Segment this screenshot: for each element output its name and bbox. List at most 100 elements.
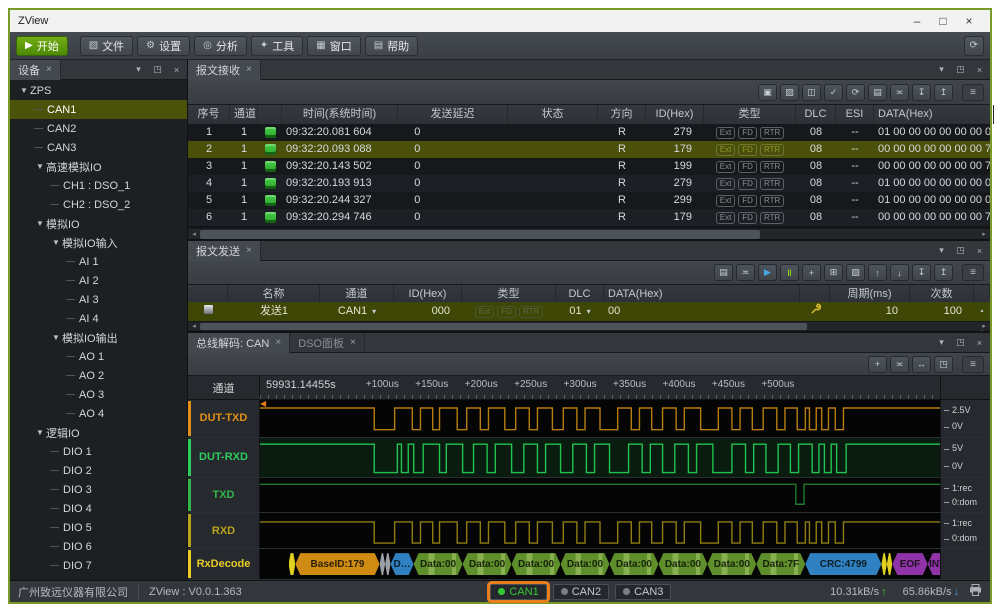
tab-send[interactable]: 报文发送 × bbox=[188, 241, 261, 261]
status-chip-can3[interactable]: CAN3 bbox=[615, 584, 671, 600]
column-header-3[interactable] bbox=[258, 105, 282, 124]
import-button[interactable]: ↧ bbox=[912, 84, 931, 101]
expander-icon[interactable]: ▼ bbox=[50, 238, 62, 247]
panel-float-icon[interactable]: ◳ bbox=[149, 62, 166, 77]
send-type-badges[interactable]: ExtFDRTR bbox=[462, 302, 556, 321]
decode-block[interactable]: Data:00 bbox=[707, 553, 756, 575]
sidebar-item-can2[interactable]: CAN2 bbox=[10, 119, 187, 138]
panel-menu-icon[interactable]: ▾ bbox=[933, 62, 950, 77]
channel-label-dut-txd[interactable]: DUT-TXD bbox=[188, 400, 260, 437]
channel-plot-rxdecode[interactable]: BaseID:179D…Data:00Data:00Data:00Data:00… bbox=[260, 549, 940, 579]
decode-block[interactable]: Data:00 bbox=[609, 553, 658, 575]
scroll-right-icon[interactable]: ▸ bbox=[978, 322, 990, 330]
status-chip-can2[interactable]: CAN2 bbox=[553, 584, 609, 600]
sidebar-item-ch1-dso_1[interactable]: CH1 : DSO_1 bbox=[10, 176, 187, 195]
add-list-button[interactable]: ⊞ bbox=[824, 264, 843, 281]
sidebar-item-ai-2[interactable]: AI 2 bbox=[10, 271, 187, 290]
tab-device[interactable]: 设备 × bbox=[10, 60, 61, 80]
column-header-11[interactable]: ESI bbox=[836, 105, 874, 124]
scroll-thumb[interactable] bbox=[200, 230, 760, 239]
panel-menu-icon[interactable]: ▾ bbox=[933, 243, 950, 258]
sidebar-item-模拟io输入[interactable]: ▼模拟IO输入 bbox=[10, 233, 187, 252]
send-row[interactable]: 发送1 CAN1▾ 000 ExtFDRTR 01▾ 00 10 100 ▴▾ bbox=[188, 302, 990, 321]
sidebar-item-dio-1[interactable]: DIO 1 bbox=[10, 442, 187, 461]
settings-button[interactable]: ⚙设置 bbox=[137, 36, 190, 56]
send-data-field[interactable]: 00 bbox=[604, 302, 800, 321]
send-channel-select[interactable]: CAN1▾ bbox=[320, 302, 394, 321]
send-id-field[interactable]: 000 bbox=[394, 302, 462, 321]
panel-float-icon[interactable]: ◳ bbox=[952, 335, 969, 350]
expander-icon[interactable]: ▼ bbox=[18, 86, 30, 95]
channel-plot-dut-rxd[interactable] bbox=[260, 438, 940, 478]
export-button[interactable]: ↥ bbox=[934, 84, 953, 101]
table-row[interactable]: 3109:32:20.143 502 0R199ExtFDRTR08--00 0… bbox=[188, 158, 990, 175]
sidebar-item-ao-4[interactable]: AO 4 bbox=[10, 404, 187, 423]
column-header-2[interactable]: 通道 bbox=[230, 105, 258, 124]
column-header-4[interactable]: 时间(系统时间) bbox=[282, 105, 398, 124]
decode-block[interactable]: Data:00 bbox=[512, 553, 561, 575]
move-down-button[interactable]: ↓ bbox=[890, 264, 909, 281]
cursor-button[interactable]: + bbox=[868, 356, 887, 373]
file-button[interactable]: ▨文件 bbox=[80, 36, 133, 56]
decode-block[interactable]: CRC:4799 bbox=[805, 553, 881, 575]
send-start-button[interactable]: ▶ bbox=[758, 264, 777, 281]
tab-dso-panel[interactable]: DSO面板 × bbox=[290, 333, 365, 353]
maximize-button[interactable]: □ bbox=[930, 14, 956, 28]
sidebar-item-dio-5[interactable]: DIO 5 bbox=[10, 518, 187, 537]
measure-button[interactable]: ≍ bbox=[890, 356, 909, 373]
export-button[interactable]: ↥ bbox=[934, 264, 953, 281]
move-up-button[interactable]: ↑ bbox=[868, 264, 887, 281]
expander-icon[interactable]: ▼ bbox=[34, 219, 46, 228]
panel-close-icon[interactable]: × bbox=[168, 62, 185, 77]
panel-close-icon[interactable]: × bbox=[971, 335, 988, 350]
decode-block[interactable]: Data:7F bbox=[756, 553, 805, 575]
scroll-lock-button[interactable]: ◫ bbox=[802, 84, 821, 101]
column-header-9[interactable]: 类型 bbox=[704, 105, 796, 124]
scroll-right-icon[interactable]: ▸ bbox=[978, 230, 990, 238]
decode-block[interactable]: Data:00 bbox=[561, 553, 610, 575]
add-button[interactable]: + bbox=[802, 264, 821, 281]
send-dlc-select[interactable]: 01▾ bbox=[556, 302, 604, 321]
decode-marker[interactable] bbox=[887, 553, 892, 575]
clear-button[interactable]: ▨ bbox=[780, 84, 799, 101]
decode-block[interactable]: Data:00 bbox=[414, 553, 463, 575]
import-button[interactable]: ↧ bbox=[912, 264, 931, 281]
decode-block[interactable]: INT bbox=[928, 553, 940, 575]
table-row[interactable]: 2109:32:20.093 088 0R179ExtFDRTR08--00 0… bbox=[188, 141, 990, 158]
column-header-8[interactable]: ID(Hex) bbox=[646, 105, 704, 124]
sidebar-item-ao-2[interactable]: AO 2 bbox=[10, 366, 187, 385]
delete-button[interactable]: ▨ bbox=[846, 264, 865, 281]
table-row[interactable]: 6109:32:20.294 746 0R179ExtFDRTR08--00 0… bbox=[188, 209, 990, 226]
panel-menu-button[interactable]: ≡ bbox=[962, 356, 984, 373]
spinner-icons[interactable]: ▴▾ bbox=[974, 302, 990, 321]
decode-block[interactable]: D… bbox=[391, 553, 414, 575]
snapshot-button[interactable]: ◳ bbox=[934, 356, 953, 373]
decode-marker[interactable] bbox=[385, 553, 390, 575]
sidebar-item-zps[interactable]: ▼ZPS bbox=[10, 81, 187, 100]
fit-width-button[interactable]: ↔ bbox=[912, 356, 931, 373]
tab-close-icon[interactable]: × bbox=[46, 64, 52, 75]
sidebar-item-高速模拟io[interactable]: ▼高速模拟IO bbox=[10, 157, 187, 176]
panel-menu-icon[interactable]: ▾ bbox=[130, 62, 147, 77]
send-period[interactable]: 10 bbox=[830, 302, 910, 321]
send-name[interactable]: 发送1 bbox=[228, 302, 320, 321]
analyze-button[interactable]: ◎分析 bbox=[194, 36, 247, 56]
printer-icon[interactable] bbox=[969, 584, 982, 599]
panel-float-icon[interactable]: ◳ bbox=[952, 62, 969, 77]
save-button[interactable]: ▣ bbox=[758, 84, 777, 101]
decode-marker[interactable] bbox=[881, 553, 886, 575]
column-header-5[interactable]: 发送延迟 bbox=[398, 105, 508, 124]
column-header-7[interactable]: 方向 bbox=[598, 105, 646, 124]
status-chip-can1[interactable]: CAN1 bbox=[490, 584, 546, 600]
sidebar-item-dio-2[interactable]: DIO 2 bbox=[10, 461, 187, 480]
panel-menu-button[interactable]: ≡ bbox=[962, 264, 984, 281]
channel-plot-rxd[interactable] bbox=[260, 513, 940, 549]
channel-plot-dut-txd[interactable]: ◀ bbox=[260, 400, 940, 437]
channel-label-dut-rxd[interactable]: DUT-RXD bbox=[188, 438, 260, 478]
send-hscrollbar[interactable]: ◂ ▸ bbox=[188, 321, 990, 330]
decode-marker[interactable] bbox=[380, 553, 385, 575]
columns-button[interactable]: ≍ bbox=[736, 264, 755, 281]
sidebar-item-ai-1[interactable]: AI 1 bbox=[10, 252, 187, 271]
verify-button[interactable]: ✓ bbox=[824, 84, 843, 101]
send-count[interactable]: 100 bbox=[910, 302, 974, 321]
